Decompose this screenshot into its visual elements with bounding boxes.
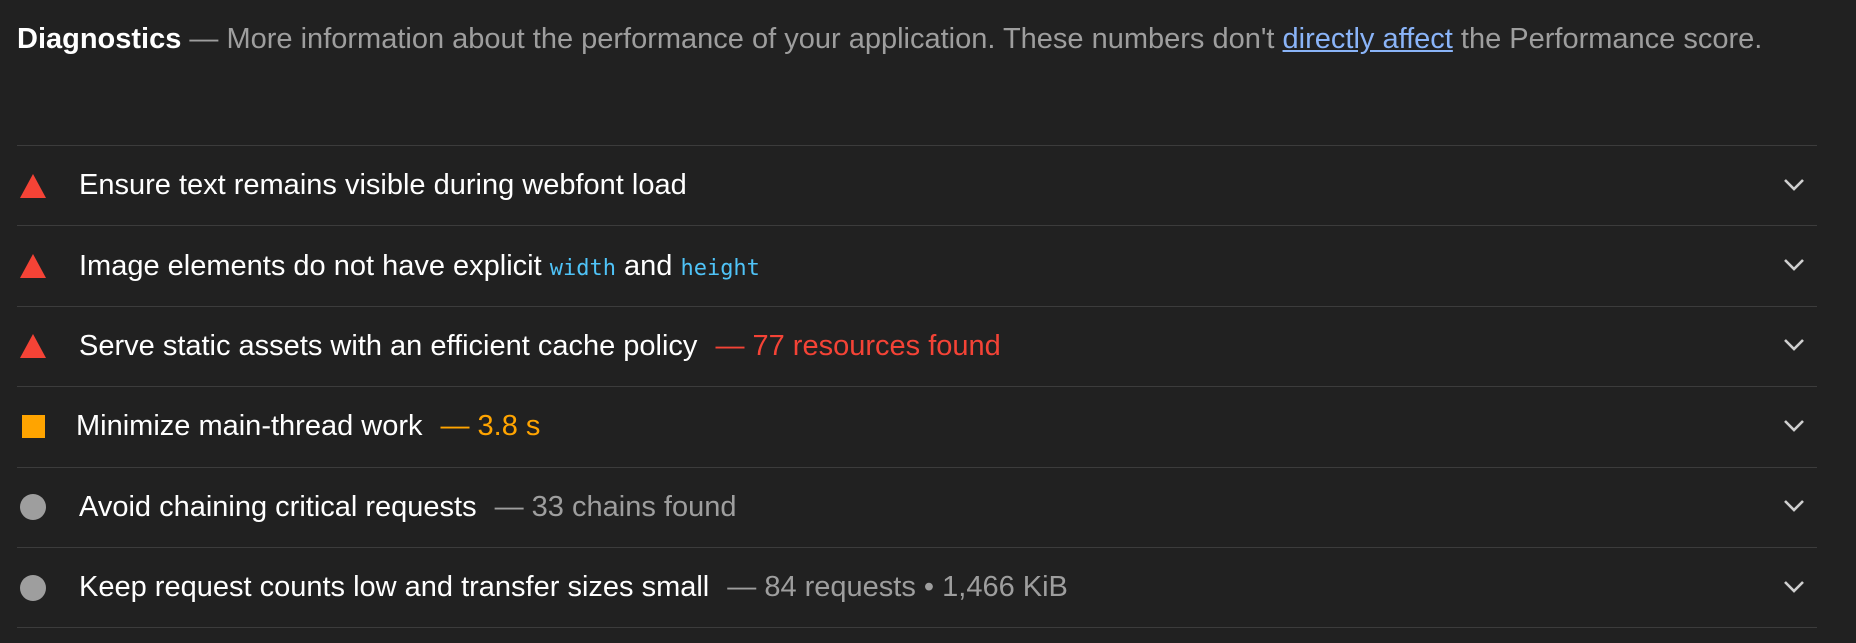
audit-title: Serve static assets with an efficient ca… bbox=[79, 329, 698, 362]
audit-title: Minimize main-thread work bbox=[76, 410, 423, 443]
section-title: Diagnostics bbox=[17, 23, 182, 55]
audit-row-resource-summary[interactable]: Keep request counts low and transfer siz… bbox=[17, 548, 1817, 629]
warning-triangle-icon bbox=[20, 254, 46, 279]
warning-triangle-icon bbox=[20, 173, 46, 198]
audit-title: Ensure text remains visible during webfo… bbox=[79, 169, 687, 202]
chevron-down-icon[interactable] bbox=[1783, 580, 1805, 594]
directly-affect-link[interactable]: directly affect bbox=[1283, 23, 1453, 55]
audit-display-value: — 77 resources found bbox=[715, 329, 1001, 362]
warning-triangle-icon bbox=[20, 334, 46, 359]
diagnostics-panel: Diagnostics — More information about the… bbox=[0, 0, 1856, 643]
audit-title: Keep request counts low and transfer siz… bbox=[79, 571, 710, 604]
audit-display-value: — 33 chains found bbox=[494, 490, 737, 523]
section-description-post: the Performance score. bbox=[1452, 23, 1763, 55]
info-circle-icon bbox=[20, 494, 46, 521]
section-description-pre: — More information about the performance… bbox=[181, 23, 1283, 55]
audit-display-value: — 3.8 s bbox=[440, 410, 541, 443]
chevron-down-icon[interactable] bbox=[1783, 258, 1805, 272]
chevron-down-icon[interactable] bbox=[1783, 338, 1805, 352]
audit-row-critical-chains[interactable]: Avoid chaining critical requests — 33 ch… bbox=[17, 468, 1817, 548]
chevron-down-icon[interactable] bbox=[1783, 178, 1805, 192]
info-circle-icon bbox=[20, 574, 46, 601]
diagnostics-header: Diagnostics — More information about the… bbox=[17, 14, 1797, 65]
audit-row-font-display[interactable]: Ensure text remains visible during webfo… bbox=[17, 146, 1817, 227]
audit-title: Image elements do not have explicit widt… bbox=[79, 249, 760, 282]
code-width: width bbox=[549, 255, 616, 281]
audit-row-main-thread[interactable]: Minimize main-thread work — 3.8 s bbox=[17, 387, 1817, 468]
audit-title: Avoid chaining critical requests bbox=[79, 490, 477, 523]
chevron-down-icon[interactable] bbox=[1783, 499, 1805, 513]
code-height: height bbox=[680, 255, 760, 281]
audit-row-unsized-images[interactable]: Image elements do not have explicit widt… bbox=[17, 226, 1817, 307]
audit-list: Ensure text remains visible during webfo… bbox=[17, 145, 1817, 629]
chevron-down-icon[interactable] bbox=[1783, 419, 1805, 433]
audit-row-cache-policy[interactable]: Serve static assets with an efficient ca… bbox=[17, 307, 1817, 388]
audit-display-value: — 84 requests • 1,466 KiB bbox=[727, 571, 1068, 604]
warning-square-icon bbox=[22, 415, 45, 439]
